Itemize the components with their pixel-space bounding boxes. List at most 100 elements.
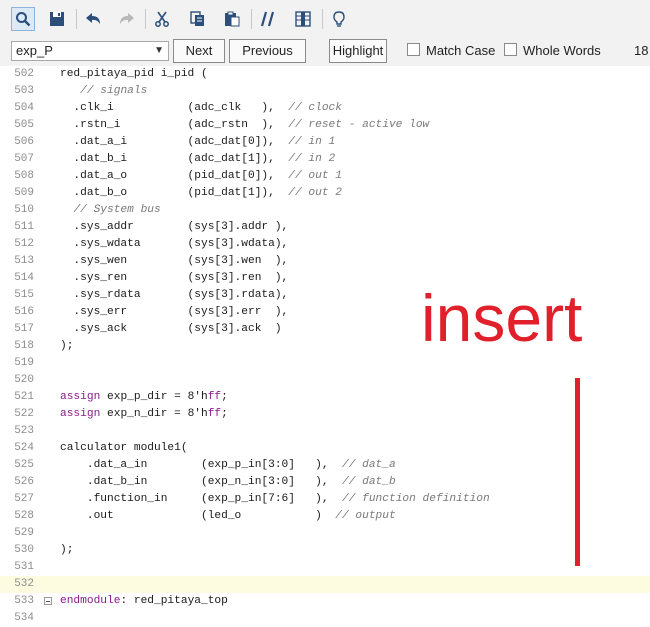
annotation-marker-line bbox=[575, 378, 580, 566]
chevron-down-icon[interactable]: ▼ bbox=[154, 42, 164, 60]
code-line[interactable]: 524 calculator module1( bbox=[0, 440, 650, 457]
line-number: 508 bbox=[14, 170, 34, 182]
code-line[interactable]: 505 .rstn_i (adc_rstn ), // reset - acti… bbox=[0, 117, 650, 134]
code-text: .out (led_o ) // output bbox=[60, 508, 396, 525]
code-line[interactable]: 528 .out (led_o ) // output bbox=[0, 508, 650, 525]
code-text: .dat_b_in (exp_n_in[3:0] ), // dat_b bbox=[60, 474, 396, 491]
line-number: 522 bbox=[14, 408, 34, 420]
code-token: // dat_a bbox=[341, 459, 396, 471]
whole-words-label: Whole Words bbox=[523, 43, 601, 58]
code-line[interactable]: 534 bbox=[0, 610, 650, 627]
code-text: // signals bbox=[60, 83, 147, 100]
line-number: 506 bbox=[14, 136, 34, 148]
search-combobox[interactable]: exp_P ▼ bbox=[11, 41, 169, 61]
line-number: 507 bbox=[14, 153, 34, 165]
code-token: .sys_wdata (sys[3].wdata), bbox=[60, 238, 289, 250]
whole-words-checkbox[interactable] bbox=[504, 43, 517, 56]
code-token: .out (led_o ) bbox=[60, 510, 336, 522]
next-button[interactable]: Next bbox=[173, 39, 225, 63]
code-line[interactable]: 521 assign exp_p_dir = 8'hff; bbox=[0, 389, 650, 406]
paste-icon[interactable] bbox=[220, 7, 244, 31]
code-text: // System bus bbox=[60, 202, 161, 219]
code-line[interactable]: 513 .sys_wen (sys[3].wen ), bbox=[0, 253, 650, 270]
code-line[interactable]: 529 bbox=[0, 525, 650, 542]
find-bar: exp_P ▼ Next Previous Highlight Match Ca… bbox=[0, 38, 650, 67]
code-token: .clk_i (adc_clk ), bbox=[60, 102, 289, 114]
code-token: .rstn_i (adc_rstn ), bbox=[60, 119, 289, 131]
match-case-checkbox[interactable] bbox=[407, 43, 420, 56]
code-line[interactable]: 525 .dat_a_in (exp_p_in[3:0] ), // dat_a bbox=[0, 457, 650, 474]
line-number: 523 bbox=[14, 425, 34, 437]
code-token: // out 2 bbox=[288, 187, 342, 199]
code-line[interactable]: 532 bbox=[0, 576, 650, 593]
code-line[interactable]: 531 bbox=[0, 559, 650, 576]
line-number: 532 bbox=[14, 578, 34, 590]
code-token: // System bus bbox=[73, 204, 161, 216]
code-text: .sys_addr (sys[3].addr ), bbox=[60, 219, 288, 236]
code-line[interactable]: 522 assign exp_n_dir = 8'hff; bbox=[0, 406, 650, 423]
code-line[interactable]: 527 .function_in (exp_p_in[7:6] ), // fu… bbox=[0, 491, 650, 508]
code-token: .dat_a_o (pid_dat[0]), bbox=[60, 170, 289, 182]
code-text: .dat_a_o (pid_dat[0]), // out 1 bbox=[60, 168, 342, 185]
code-text: assign exp_n_dir = 8'hff; bbox=[60, 406, 228, 423]
line-number: 531 bbox=[14, 561, 34, 573]
code-token: // dat_b bbox=[341, 476, 396, 488]
code-token: .sys_err (sys[3].err ), bbox=[60, 306, 289, 318]
code-token: .dat_a_i (adc_dat[0]), bbox=[60, 136, 289, 148]
copy-icon[interactable] bbox=[186, 7, 210, 31]
code-line[interactable]: 502 red_pitaya_pid i_pid ( bbox=[0, 66, 650, 83]
code-token: // reset - active low bbox=[288, 119, 430, 131]
line-number: 524 bbox=[14, 442, 34, 454]
code-token: .sys_addr (sys[3].addr ), bbox=[60, 221, 289, 233]
line-number: 533 bbox=[14, 595, 34, 607]
code-token: .dat_b_i (adc_dat[1]), bbox=[60, 153, 289, 165]
code-text: red_pitaya_pid i_pid ( bbox=[60, 66, 208, 83]
code-text: .function_in (exp_p_in[7:6] ), // functi… bbox=[60, 491, 490, 508]
code-line[interactable]: 526 .dat_b_in (exp_n_in[3:0] ), // dat_b bbox=[0, 474, 650, 491]
save-icon[interactable] bbox=[45, 7, 69, 31]
code-token: calculator module1( bbox=[60, 442, 188, 454]
code-line[interactable]: 507 .dat_b_i (adc_dat[1]), // in 2 bbox=[0, 151, 650, 168]
search-input[interactable]: exp_P bbox=[16, 43, 53, 58]
code-token: endmodule bbox=[60, 595, 121, 607]
code-line[interactable]: 511 .sys_addr (sys[3].addr ), bbox=[0, 219, 650, 236]
search-icon[interactable] bbox=[11, 7, 35, 31]
line-number: 521 bbox=[14, 391, 34, 403]
code-text: .dat_a_i (adc_dat[0]), // in 1 bbox=[60, 134, 335, 151]
code-text: assign exp_p_dir = 8'hff; bbox=[60, 389, 228, 406]
code-token: .dat_b_in (exp_n_in[3:0] ), bbox=[60, 476, 342, 488]
code-line[interactable]: 509 .dat_b_o (pid_dat[1]), // out 2 bbox=[0, 185, 650, 202]
code-line[interactable]: 504 .clk_i (adc_clk ), // clock bbox=[0, 100, 650, 117]
code-text: .sys_wen (sys[3].wen ), bbox=[60, 253, 288, 270]
code-line[interactable]: 533 endmodule: red_pitaya_top bbox=[0, 593, 650, 610]
code-token: ; bbox=[221, 408, 228, 420]
code-token: .sys_ren (sys[3].ren ), bbox=[60, 272, 289, 284]
code-token: exp_p_dir = 8'h bbox=[100, 391, 208, 403]
fold-icon[interactable] bbox=[44, 597, 52, 605]
line-number: 527 bbox=[14, 493, 34, 505]
line-number: 520 bbox=[14, 374, 34, 386]
code-line[interactable]: 520 bbox=[0, 372, 650, 389]
code-line[interactable]: 506 .dat_a_i (adc_dat[0]), // in 1 bbox=[0, 134, 650, 151]
code-line[interactable]: 523 bbox=[0, 423, 650, 440]
highlight-button[interactable]: Highlight bbox=[329, 39, 387, 63]
code-text: endmodule: red_pitaya_top bbox=[60, 593, 228, 610]
code-line[interactable]: 512 .sys_wdata (sys[3].wdata), bbox=[0, 236, 650, 253]
code-text: .sys_ren (sys[3].ren ), bbox=[60, 270, 288, 287]
code-line[interactable]: 503 // signals bbox=[0, 83, 650, 100]
code-line[interactable]: 530); bbox=[0, 542, 650, 559]
undo-icon[interactable] bbox=[81, 7, 105, 31]
code-token: .sys_rdata (sys[3].rdata), bbox=[60, 289, 289, 301]
code-line[interactable]: 508 .dat_a_o (pid_dat[0]), // out 1 bbox=[0, 168, 650, 185]
bulb-icon[interactable] bbox=[327, 7, 351, 31]
code-token: // out 1 bbox=[288, 170, 342, 182]
previous-button[interactable]: Previous bbox=[229, 39, 306, 63]
cut-icon[interactable] bbox=[150, 7, 174, 31]
comment-icon[interactable] bbox=[256, 7, 280, 31]
redo-icon[interactable] bbox=[115, 7, 139, 31]
code-line[interactable]: 510 // System bus bbox=[0, 202, 650, 219]
code-text: .sys_ack (sys[3].ack ) bbox=[60, 321, 281, 338]
line-number: 503 bbox=[14, 85, 34, 97]
column-icon[interactable] bbox=[291, 7, 315, 31]
